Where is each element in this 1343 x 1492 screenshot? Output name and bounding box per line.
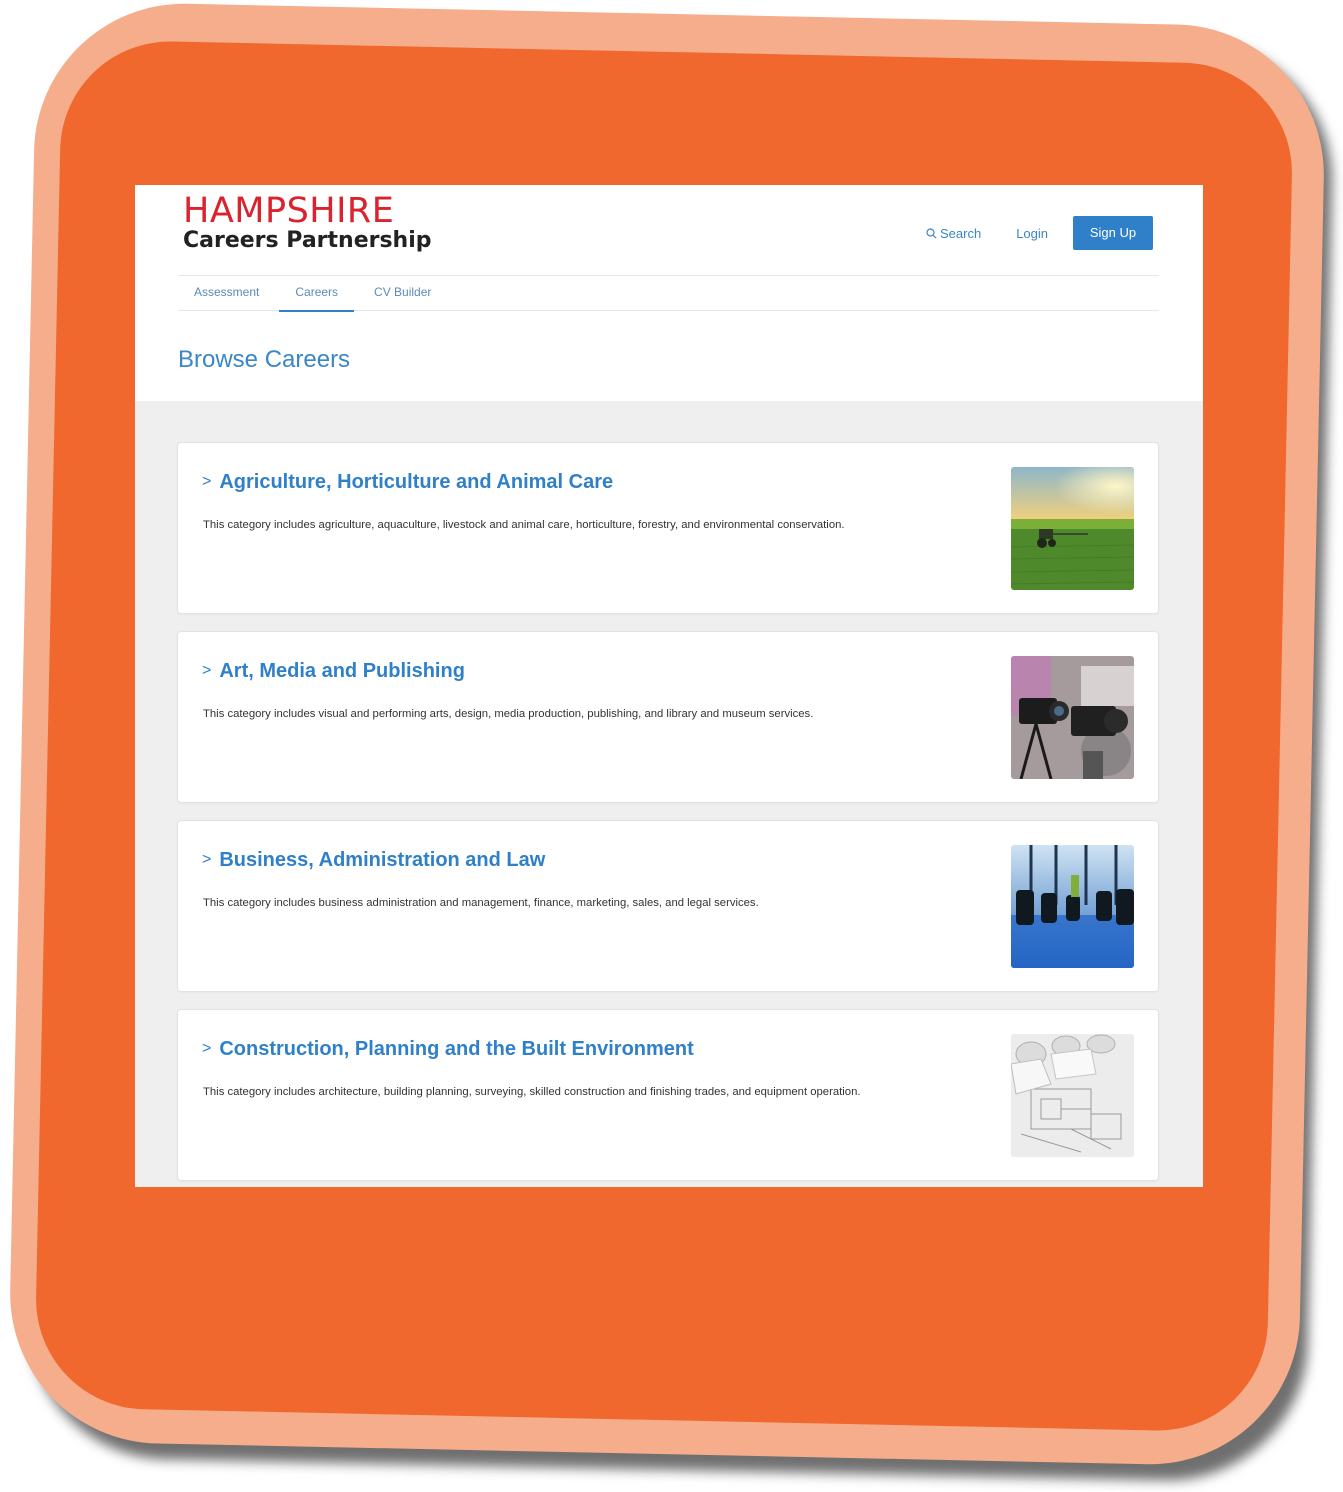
boardroom-image[interactable] (1011, 845, 1134, 968)
chevron-right-icon: > (202, 851, 212, 868)
chevron-right-icon: > (202, 1040, 212, 1057)
search-icon (926, 227, 937, 238)
page-title: Browse Careers (178, 346, 351, 373)
category-card[interactable]: > Business, Administration and Law This … (177, 820, 1159, 992)
tractor-field-image[interactable] (1011, 467, 1134, 590)
category-description: This category includes architecture, bui… (203, 1086, 861, 1098)
main-tabs: Assessment Careers CV Builder (178, 275, 1159, 312)
search-link[interactable]: Search (926, 226, 981, 241)
category-description: This category includes business administ… (203, 897, 759, 909)
promo-graphic: HAMPSHIRE Careers Partnership Search Log… (0, 0, 1343, 1492)
category-title-link[interactable]: > Agriculture, Horticulture and Animal C… (202, 469, 613, 495)
category-title: Art, Media and Publishing (219, 660, 465, 682)
category-title-link[interactable]: > Construction, Planning and the Built E… (202, 1036, 694, 1062)
category-card[interactable]: > Art, Media and Publishing This categor… (177, 631, 1159, 803)
category-title-link[interactable]: > Business, Administration and Law (202, 847, 545, 873)
logo-careers-partnership: Careers Partnership (183, 228, 432, 253)
category-card[interactable]: > Construction, Planning and the Built E… (177, 1009, 1159, 1181)
search-label: Search (939, 225, 982, 241)
category-description: This category includes visual and perfor… (203, 708, 814, 720)
cameras-image[interactable] (1011, 656, 1134, 779)
category-title: Construction, Planning and the Built Env… (219, 1038, 694, 1060)
site-logo[interactable]: HAMPSHIRE Careers Partnership (183, 193, 432, 253)
category-title: Agriculture, Horticulture and Animal Car… (219, 471, 614, 493)
logo-hampshire: HAMPSHIRE (183, 191, 395, 231)
category-card[interactable]: > Agriculture, Horticulture and Animal C… (177, 442, 1159, 614)
chevron-right-icon: > (202, 662, 212, 679)
category-title-link[interactable]: > Art, Media and Publishing (202, 658, 465, 684)
website-screenshot: HAMPSHIRE Careers Partnership Search Log… (135, 185, 1203, 1187)
blueprints-image[interactable] (1011, 1034, 1134, 1157)
chevron-right-icon: > (202, 473, 212, 490)
tab-careers[interactable]: Careers (279, 276, 354, 312)
sign-up-button[interactable]: Sign Up (1073, 216, 1153, 250)
login-link[interactable]: Login (1016, 226, 1048, 241)
category-description: This category includes agriculture, aqua… (203, 519, 845, 531)
tab-assessment[interactable]: Assessment (178, 276, 275, 310)
category-title: Business, Administration and Law (219, 849, 546, 871)
tab-cv-builder[interactable]: CV Builder (358, 276, 447, 310)
top-nav: Search Login Sign Up (926, 216, 1153, 250)
site-header: HAMPSHIRE Careers Partnership Search Log… (135, 185, 1203, 401)
category-list: > Agriculture, Horticulture and Animal C… (177, 442, 1159, 1187)
